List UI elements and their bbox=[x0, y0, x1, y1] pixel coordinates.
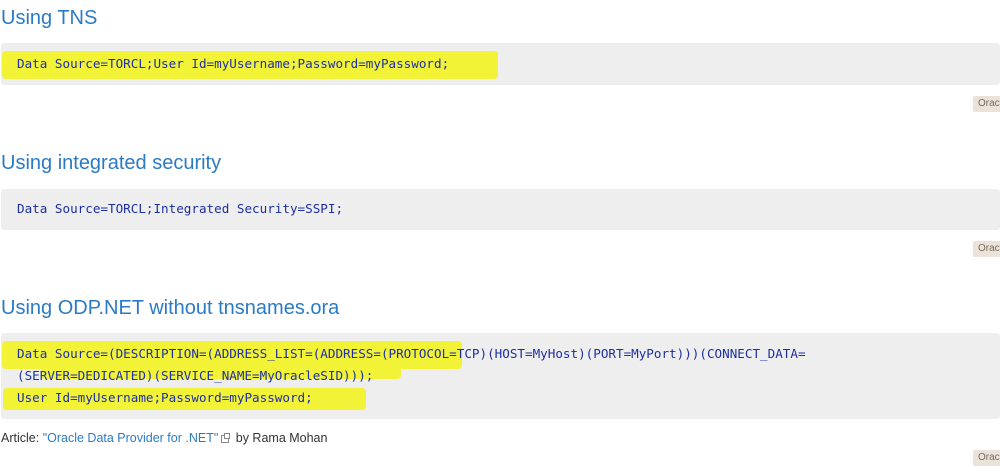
badge-oracle[interactable]: Oracle bbox=[973, 450, 1000, 466]
code-line: (SERVER=DEDICATED)(SERVICE_NAME=MyOracle… bbox=[17, 368, 374, 383]
article-prefix: Article: bbox=[1, 431, 43, 445]
code-line: Data Source=TORCL;Integrated Security=SS… bbox=[17, 201, 344, 216]
code-block-integrated-security: Data Source=TORCL;Integrated Security=SS… bbox=[1, 189, 1000, 230]
code-block-tns: Data Source=TORCL;User Id=myUsername;Pas… bbox=[1, 43, 1000, 85]
code-line: Data Source=(DESCRIPTION=(ADDRESS_LIST=(… bbox=[17, 346, 806, 361]
article-citation: Article: "Oracle Data Provider for .NET"… bbox=[1, 429, 327, 447]
code-line: Data Source=TORCL;User Id=myUsername;Pas… bbox=[17, 56, 450, 71]
article-link[interactable]: "Oracle Data Provider for .NET" bbox=[43, 431, 219, 445]
badge-oracle[interactable]: Oracle bbox=[973, 241, 1000, 257]
badge-oracle[interactable]: Oracle bbox=[973, 96, 1000, 112]
article-author: by Rama Mohan bbox=[232, 431, 328, 445]
code-line: User Id=myUsername;Password=myPassword; bbox=[17, 390, 313, 405]
section-heading-odp-net: Using ODP.NET without tnsnames.ora bbox=[1, 297, 340, 319]
external-link-icon bbox=[221, 432, 231, 443]
code-block-odp-net: Data Source=(DESCRIPTION=(ADDRESS_LIST=(… bbox=[1, 333, 1000, 419]
section-heading-integrated-security: Using integrated security bbox=[1, 152, 222, 174]
section-heading-tns: Using TNS bbox=[1, 7, 98, 29]
